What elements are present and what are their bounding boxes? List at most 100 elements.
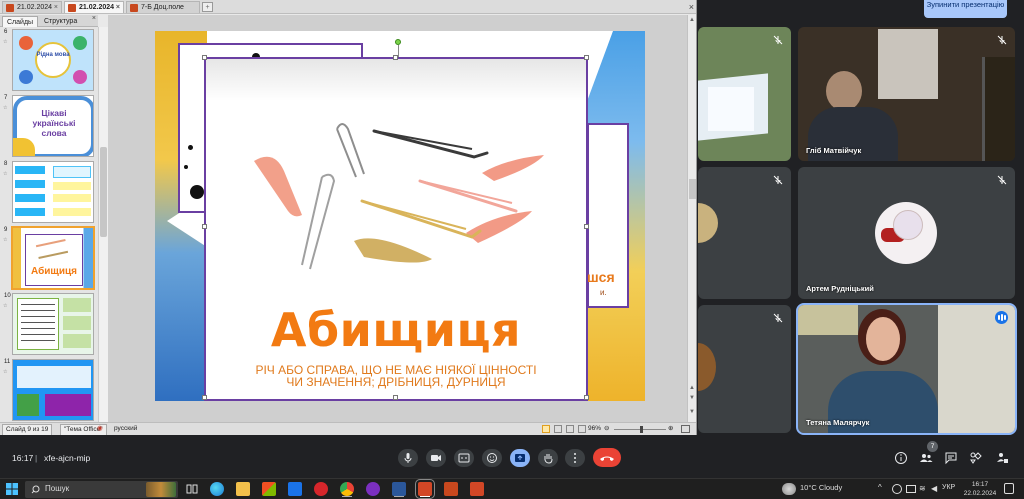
present-button[interactable] <box>510 449 530 467</box>
resize-handle[interactable] <box>584 55 589 60</box>
camera-button[interactable] <box>426 449 446 467</box>
file-explorer-icon[interactable] <box>236 482 250 496</box>
slide-number: 8 <box>4 161 8 167</box>
resize-handle[interactable] <box>202 395 207 400</box>
taskbar-search-box[interactable]: Пошук <box>25 481 178 498</box>
slide-thumbnail[interactable]: Рідна мова <box>12 29 94 91</box>
slide-thumbnail[interactable]: Цікаві українські слова <box>12 95 94 157</box>
zoom-level[interactable]: 96% <box>588 423 601 435</box>
store-icon[interactable] <box>262 482 276 496</box>
resize-handle[interactable] <box>393 55 398 60</box>
slideshow-icon[interactable] <box>578 425 586 433</box>
notifications-icon[interactable] <box>1004 483 1014 494</box>
input-language[interactable]: УКР <box>942 484 955 491</box>
network-icon[interactable]: ≋ <box>919 484 926 493</box>
close-window-icon[interactable]: × <box>689 0 694 14</box>
battery-icon[interactable] <box>906 485 916 493</box>
weather-widget[interactable]: 10°C Cloudy <box>800 483 870 495</box>
resize-handle[interactable] <box>584 395 589 400</box>
slide-thumbnail[interactable] <box>12 359 94 421</box>
close-tab-icon[interactable]: × <box>116 2 120 14</box>
normal-view-icon[interactable] <box>542 425 550 433</box>
volume-icon[interactable]: ◀ <box>931 484 937 493</box>
leave-call-button[interactable] <box>593 448 621 467</box>
new-tab-button[interactable]: + <box>202 2 213 12</box>
fit-to-window-icon[interactable] <box>681 425 690 433</box>
participant-tile-speaking[interactable]: Тетяна Малярчук <box>796 303 1017 435</box>
slide-thumbnail-row[interactable]: 10 ☆ <box>0 291 98 357</box>
resize-handle[interactable] <box>202 224 207 229</box>
participant-tile[interactable]: Артем Рудніцький <box>798 167 1015 299</box>
language-indicator[interactable]: русский <box>114 423 137 435</box>
slide-scrollbar[interactable]: ▲ ▲ ▼ ▼ <box>687 15 696 422</box>
slide-number: 7 <box>4 95 8 101</box>
chat-button[interactable] <box>943 450 959 466</box>
powerpoint-icon[interactable] <box>415 479 435 499</box>
slide-thumbnail-row[interactable]: 7 ☆ Цікаві українські слова <box>0 93 98 159</box>
onedrive-icon[interactable] <box>892 484 902 494</box>
opera-icon[interactable] <box>314 482 328 496</box>
doc-tab-3[interactable]: 7-Б Доц.поле <box>126 1 200 13</box>
close-pane-icon[interactable]: × <box>92 15 96 22</box>
more-options-button[interactable] <box>565 449 585 467</box>
scroll-up-icon[interactable]: ▲ <box>689 17 695 23</box>
captions-button[interactable] <box>454 449 474 467</box>
resize-handle[interactable] <box>584 224 589 229</box>
slide-thumbnail-row[interactable]: 11 ☆ <box>0 357 98 423</box>
zoom-out-icon[interactable]: ⊖ <box>604 423 609 435</box>
doc-tab-1[interactable]: 21.02.2024 × <box>2 1 62 13</box>
tab-slides[interactable]: Слайды <box>2 16 39 27</box>
doc-tab-2[interactable]: 21.02.2024 × <box>64 1 124 13</box>
pptx-viewer-icon[interactable] <box>444 482 458 496</box>
edge-icon[interactable] <box>210 482 224 496</box>
participant-tile[interactable] <box>698 27 791 161</box>
host-controls-button[interactable] <box>994 450 1010 466</box>
meeting-code[interactable]: xfe-ajcn-mip <box>44 453 90 463</box>
thumbnail-text: Цікаві українські слова <box>32 108 76 138</box>
system-clock[interactable]: 16:17 22.02.2024 <box>962 480 998 498</box>
previous-slide-icon[interactable]: ▲ <box>689 385 695 391</box>
reactions-button[interactable] <box>482 449 502 467</box>
animation-star-icon: ☆ <box>3 39 8 45</box>
resize-handle[interactable] <box>202 55 207 60</box>
scrollbar-thumb[interactable] <box>100 147 107 237</box>
mail-icon[interactable] <box>288 482 302 496</box>
slide-thumbnail-row[interactable]: 9 ☆ Абищиця <box>0 225 98 291</box>
spellcheck-icon[interactable]: ◉ <box>97 423 103 435</box>
participant-tile[interactable] <box>698 167 791 299</box>
scrollbar-thumb[interactable] <box>689 179 696 199</box>
zoom-in-icon[interactable]: ⊕ <box>668 423 673 435</box>
close-tab-icon[interactable]: × <box>54 2 58 14</box>
presentation-icon[interactable] <box>470 482 484 496</box>
microphone-button[interactable] <box>398 449 418 467</box>
raise-hand-button[interactable] <box>538 449 558 467</box>
word-icon[interactable] <box>392 482 406 496</box>
thumbnail-scrollbar[interactable] <box>98 27 108 422</box>
stop-presenting-button[interactable]: Зупинити презентацію <box>924 0 1007 18</box>
meeting-details-button[interactable] <box>893 450 909 466</box>
chrome-icon[interactable] <box>340 482 354 496</box>
slide-thumbnail[interactable]: Абищиця <box>11 226 95 290</box>
slide-thumbnail[interactable] <box>12 161 94 223</box>
scroll-down-icon[interactable]: ▼ <box>689 409 695 415</box>
task-view-icon[interactable] <box>185 482 199 496</box>
reading-view-icon[interactable] <box>566 425 574 433</box>
activities-icon <box>970 452 982 464</box>
slide-sorter-icon[interactable] <box>554 425 562 433</box>
slide-thumbnail-row[interactable]: 8 ☆ <box>0 159 98 225</box>
next-slide-icon[interactable]: ▼ <box>689 395 695 401</box>
slide-thumbnail-row[interactable]: 6 ☆ Рідна мова <box>0 27 98 93</box>
zoom-slider-thumb[interactable] <box>640 426 643 433</box>
windows-start-icon[interactable] <box>6 483 18 495</box>
tab-outline[interactable]: Структура <box>40 16 81 27</box>
activities-button[interactable] <box>968 450 984 466</box>
chevron-up-icon[interactable]: ^ <box>878 483 882 492</box>
people-button[interactable] <box>918 450 934 466</box>
participant-tile[interactable]: Гліб Матвійчук <box>798 27 1015 161</box>
participant-tile[interactable] <box>698 305 791 433</box>
slide-thumbnail[interactable] <box>12 293 94 355</box>
selected-image-card[interactable]: Абищиця РІЧ АБО СПРАВА, ЩО НЕ МАЄ НІЯКОЇ… <box>204 57 588 401</box>
viber-icon[interactable] <box>366 482 380 496</box>
resize-handle[interactable] <box>393 395 398 400</box>
pptx-file-icon <box>130 4 138 12</box>
